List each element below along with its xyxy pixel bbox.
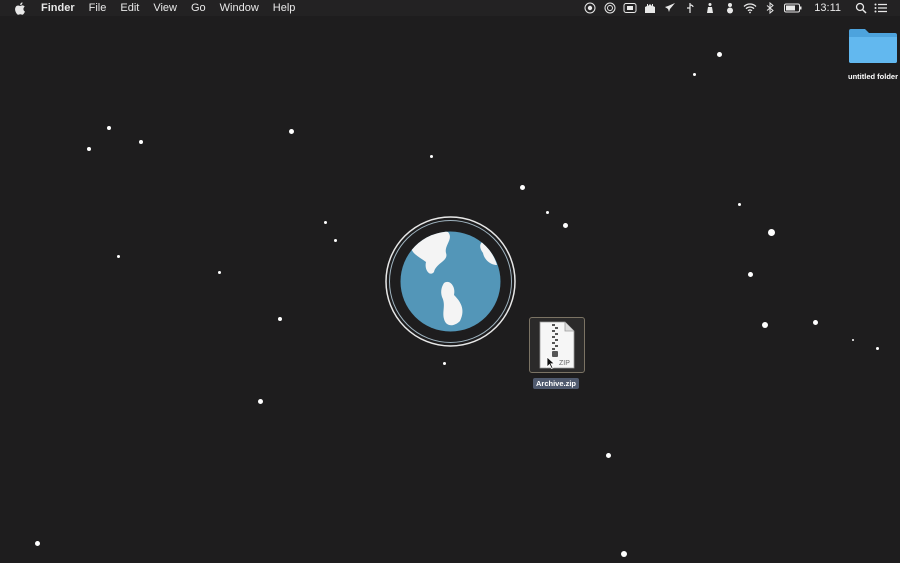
menu-help[interactable]: Help: [266, 0, 303, 16]
rocket-icon[interactable]: [663, 1, 677, 15]
star: [218, 271, 221, 274]
zip-badge: ZIP: [559, 360, 570, 367]
notification-center-icon[interactable]: [874, 1, 888, 15]
star: [324, 221, 327, 224]
star: [117, 255, 120, 258]
archive-zip-file[interactable]: ZIP Archive.zip: [529, 317, 585, 391]
star: [693, 73, 696, 76]
menu-view[interactable]: View: [146, 0, 184, 16]
star: [87, 147, 91, 151]
star: [520, 185, 525, 190]
spotlight-search-icon[interactable]: [854, 1, 868, 15]
snowman-icon[interactable]: [723, 1, 737, 15]
star: [606, 453, 611, 458]
star: [748, 272, 753, 277]
star: [876, 347, 879, 350]
menu-window[interactable]: Window: [213, 0, 266, 16]
star: [717, 52, 722, 57]
record-icon[interactable]: [583, 1, 597, 15]
figure-icon[interactable]: [703, 1, 717, 15]
target-icon[interactable]: [603, 1, 617, 15]
star: [813, 320, 818, 325]
battery-icon[interactable]: [783, 1, 803, 15]
star: [430, 155, 433, 158]
menu-go[interactable]: Go: [184, 0, 213, 16]
star: [139, 140, 143, 144]
menu-edit[interactable]: Edit: [113, 0, 146, 16]
menu-clock[interactable]: 13:11: [814, 0, 841, 16]
star: [852, 339, 854, 341]
screen-icon[interactable]: [623, 1, 637, 15]
menu-file[interactable]: File: [82, 0, 114, 16]
star: [278, 317, 282, 321]
star: [258, 399, 263, 404]
folder-label[interactable]: untitled folder: [842, 72, 900, 81]
desktop[interactable]: Finder File Edit View Go Window Help 13:…: [0, 0, 900, 563]
star: [563, 223, 568, 228]
star: [768, 229, 775, 236]
globe-icon[interactable]: [384, 215, 517, 348]
star: [546, 211, 549, 214]
menu-left: Finder File Edit View Go Window Help: [0, 0, 302, 16]
status-area: 13:11: [580, 0, 900, 16]
castle-icon[interactable]: [643, 1, 657, 15]
cursor-icon[interactable]: [683, 1, 697, 15]
star: [762, 322, 768, 328]
bluetooth-icon[interactable]: [763, 1, 777, 15]
star: [107, 126, 111, 130]
zip-file-icon[interactable]: ZIP: [529, 317, 585, 373]
zip-file-label[interactable]: Archive.zip: [533, 378, 580, 389]
star: [35, 541, 40, 546]
star: [738, 203, 741, 206]
menu-finder[interactable]: Finder: [37, 0, 82, 16]
star: [289, 129, 294, 134]
folder-icon[interactable]: [847, 25, 899, 65]
star: [443, 362, 446, 365]
wifi-icon[interactable]: [743, 1, 757, 15]
star: [334, 239, 337, 242]
star: [621, 551, 627, 557]
untitled-folder[interactable]: untitled folder: [842, 25, 900, 81]
apple-menu-icon[interactable]: [13, 0, 27, 16]
menu-bar: Finder File Edit View Go Window Help 13:…: [0, 0, 900, 16]
